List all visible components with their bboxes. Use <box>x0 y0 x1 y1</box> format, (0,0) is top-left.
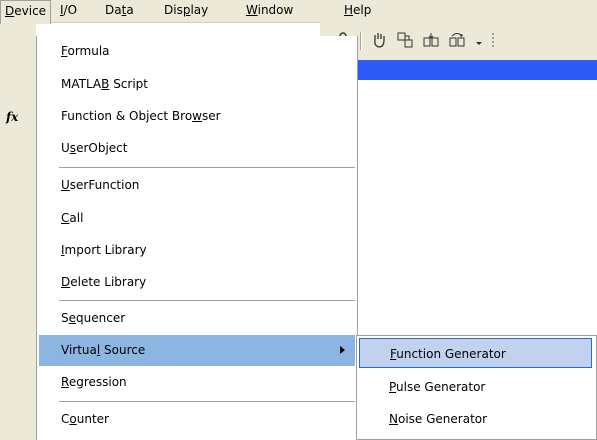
menu-item-userfunction[interactable]: UserFunction <box>37 170 357 201</box>
menu-device-rest: evice <box>14 4 47 18</box>
label-rest: Source <box>100 343 146 357</box>
label-rest: unction Generator <box>396 347 506 361</box>
label-rest: unter <box>76 412 109 426</box>
document-title-bar <box>320 60 597 80</box>
virtual-source-submenu: Function Generator Pulse Generator Noise… <box>356 335 597 440</box>
toolbar-separator <box>360 32 361 50</box>
label-pre: Virtua <box>61 343 97 357</box>
connect-icon[interactable] <box>396 31 414 49</box>
device-menu: Formula MATLAB Script Function & Object … <box>36 36 358 440</box>
label-rest: oise Generator <box>397 412 488 426</box>
menu-item-matlab-script[interactable]: MATLAB Script <box>37 69 357 100</box>
menu-io[interactable]: I/O <box>56 0 81 22</box>
menu-io-rest: /O <box>63 3 78 17</box>
label-rest: egression <box>68 375 127 389</box>
menu-item-sequencer[interactable]: Sequencer <box>37 303 357 334</box>
submenu-item-noise-generator[interactable]: Noise Generator <box>357 404 596 434</box>
menu-item-formula[interactable]: Formula <box>37 36 357 67</box>
label-rest: erObject <box>76 141 128 155</box>
label-accel: D <box>61 275 71 289</box>
menu-window[interactable]: Window <box>242 0 297 22</box>
menubar: Device I/O Data Display Window Help <box>0 0 597 24</box>
step-over-icon[interactable] <box>448 31 466 49</box>
label-rest: ser <box>202 109 221 123</box>
label-accel: U <box>61 178 70 192</box>
label-pre: MATLA <box>61 77 102 91</box>
menu-item-virtual-source[interactable]: Virtual Source <box>39 335 355 366</box>
menu-help-accel: H <box>344 3 354 17</box>
label-accel: o <box>69 412 77 426</box>
label-rest: ulse Generator <box>396 380 486 394</box>
menu-device[interactable]: Device <box>0 0 52 24</box>
menu-separator <box>59 167 355 168</box>
submenu-arrow-icon <box>340 346 345 354</box>
label-rest: Script <box>109 77 148 91</box>
menu-item-call[interactable]: Call <box>37 203 357 234</box>
label-accel: P <box>389 380 397 394</box>
menu-item-counter[interactable]: Counter <box>37 404 357 435</box>
label-rest: ormula <box>67 44 110 58</box>
toolbar <box>320 22 597 60</box>
label-rest: serFunction <box>69 178 140 192</box>
label-accel: w <box>192 109 202 123</box>
submenu-item-function-generator[interactable]: Function Generator <box>359 338 592 368</box>
menu-help[interactable]: Help <box>340 0 375 22</box>
menu-display-rest: lay <box>190 3 209 17</box>
label-pre: Function & Object Bro <box>61 109 193 123</box>
step-into-icon[interactable] <box>422 31 440 49</box>
menu-item-import-library[interactable]: Import Library <box>37 235 357 266</box>
menu-data-pre: Da <box>105 3 122 17</box>
label-pre: U <box>61 141 70 155</box>
menu-item-regression[interactable]: Regression <box>37 367 357 398</box>
label-accel: e <box>68 311 77 325</box>
menu-data[interactable]: Data <box>101 0 138 22</box>
left-toolbar-strip: fx <box>0 22 36 440</box>
menu-device-accel: D <box>5 4 15 18</box>
label-pre: S <box>61 311 69 325</box>
fx-icon[interactable]: fx <box>6 110 18 124</box>
menu-item-delete-library[interactable]: Delete Library <box>37 267 357 298</box>
menu-window-accel: W <box>246 3 258 17</box>
menu-window-rest: indow <box>257 3 294 17</box>
hand-icon[interactable] <box>370 31 388 49</box>
label-rest: all <box>69 211 84 225</box>
label-accel: N <box>389 412 398 426</box>
menu-help-rest: elp <box>353 3 372 17</box>
label-rest: mport Library <box>64 243 147 257</box>
menu-item-userobject[interactable]: UserObject <box>37 133 357 164</box>
menu-separator <box>59 401 355 402</box>
submenu-item-pulse-generator[interactable]: Pulse Generator <box>357 372 596 402</box>
label-rest: quencer <box>76 311 126 325</box>
menu-display-pre: Dis <box>164 3 183 17</box>
menu-data-rest: a <box>126 3 134 17</box>
menu-display[interactable]: Display <box>160 0 212 22</box>
menu-separator <box>59 300 355 301</box>
menu-item-function-object-browser[interactable]: Function & Object Browser <box>37 101 357 132</box>
toolbar-grip-icon <box>484 31 502 49</box>
label-rest: elete Library <box>70 275 147 289</box>
label-accel: R <box>61 375 69 389</box>
